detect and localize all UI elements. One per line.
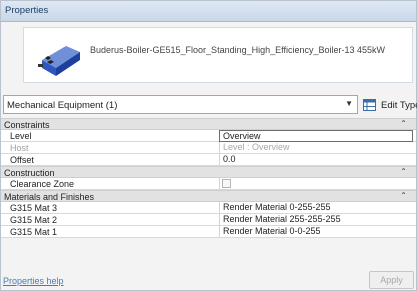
param-name: Host: [10, 143, 29, 153]
param-name: G315 Mat 2: [10, 215, 58, 225]
param-name: G315 Mat 3: [10, 203, 58, 213]
edit-type-icon: [363, 99, 376, 111]
category-label: Construction: [4, 168, 55, 178]
properties-help-link[interactable]: Properties help: [3, 276, 64, 286]
param-name: G315 Mat 1: [10, 227, 58, 237]
instance-filter-row: Mechanical Equipment (1) ▼ Edit Type: [1, 95, 417, 115]
param-row-host: Host Level : Overview: [1, 142, 416, 154]
collapse-icon[interactable]: ⌃: [400, 167, 407, 176]
properties-palette: Properties Buderus-Boiler-GE515_Floor_St…: [0, 0, 417, 291]
type-selector[interactable]: Buderus-Boiler-GE515_Floor_Standing_High…: [23, 27, 413, 83]
collapse-icon[interactable]: ⌃: [400, 119, 407, 128]
collapse-icon[interactable]: ⌃: [400, 191, 407, 200]
palette-titlebar[interactable]: Properties: [1, 1, 416, 22]
offset-value-field[interactable]: 0.0: [219, 154, 413, 165]
clearance-zone-checkbox[interactable]: [222, 179, 231, 188]
chevron-down-icon: ▼: [345, 99, 353, 108]
param-name: Level: [10, 131, 32, 141]
category-label: Materials and Finishes: [4, 192, 95, 202]
instance-filter-value: Mechanical Equipment (1): [7, 100, 118, 111]
category-label: Constraints: [4, 120, 50, 130]
param-row-offset: Offset 0.0: [1, 154, 416, 166]
category-constraints[interactable]: Constraints ⌃: [1, 118, 416, 130]
palette-title: Properties: [5, 5, 49, 16]
instance-filter-dropdown[interactable]: Mechanical Equipment (1) ▼: [3, 95, 358, 114]
param-row-g315-mat-2: G315 Mat 2 Render Material 255-255-255: [1, 214, 416, 226]
edit-type-label: Edit Type: [381, 100, 417, 111]
param-row-g315-mat-1: G315 Mat 1 Render Material 0-0-255: [1, 226, 416, 238]
level-value-field[interactable]: Overview: [219, 130, 413, 142]
param-row-g315-mat-3: G315 Mat 3 Render Material 0-255-255: [1, 202, 416, 214]
edit-type-button[interactable]: Edit Type: [361, 96, 417, 114]
material-value-field[interactable]: Render Material 0-0-255: [219, 226, 413, 237]
host-value: Level : Overview: [219, 142, 413, 153]
type-name: Buderus-Boiler-GE515_Floor_Standing_High…: [90, 45, 385, 55]
boiler-icon: [38, 46, 80, 76]
param-name: Offset: [10, 155, 34, 165]
param-row-level: Level Overview: [1, 130, 416, 142]
category-materials-and-finishes[interactable]: Materials and Finishes ⌃: [1, 190, 416, 202]
param-name: Clearance Zone: [10, 179, 75, 189]
clearance-zone-cell: [219, 178, 413, 189]
material-value-field[interactable]: Render Material 255-255-255: [219, 214, 413, 225]
apply-button[interactable]: Apply: [369, 271, 414, 289]
category-construction[interactable]: Construction ⌃: [1, 166, 416, 178]
param-row-clearance-zone: Clearance Zone: [1, 178, 416, 190]
material-value-field[interactable]: Render Material 0-255-255: [219, 202, 413, 213]
